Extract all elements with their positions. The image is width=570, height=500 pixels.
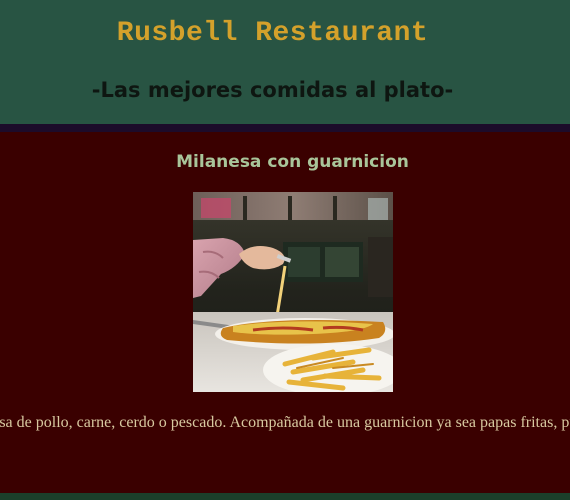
restaurant-title: Rusbell Restaurant — [116, 18, 429, 49]
dish-description: Milanesa de pollo, carne, cerdo o pescad… — [0, 414, 570, 431]
header-divider — [0, 124, 570, 132]
dish-photo — [193, 192, 393, 392]
dish-section: Milanesa con guarnicion sa de pollo, car… — [0, 132, 570, 493]
footer-bar — [0, 493, 570, 500]
site-header: Rusbell Restaurant -Las mejores comidas … — [0, 0, 570, 124]
restaurant-tagline: -Las mejores comidas al plato- — [91, 78, 454, 102]
dish-title: Milanesa con guarnicion — [176, 152, 409, 172]
